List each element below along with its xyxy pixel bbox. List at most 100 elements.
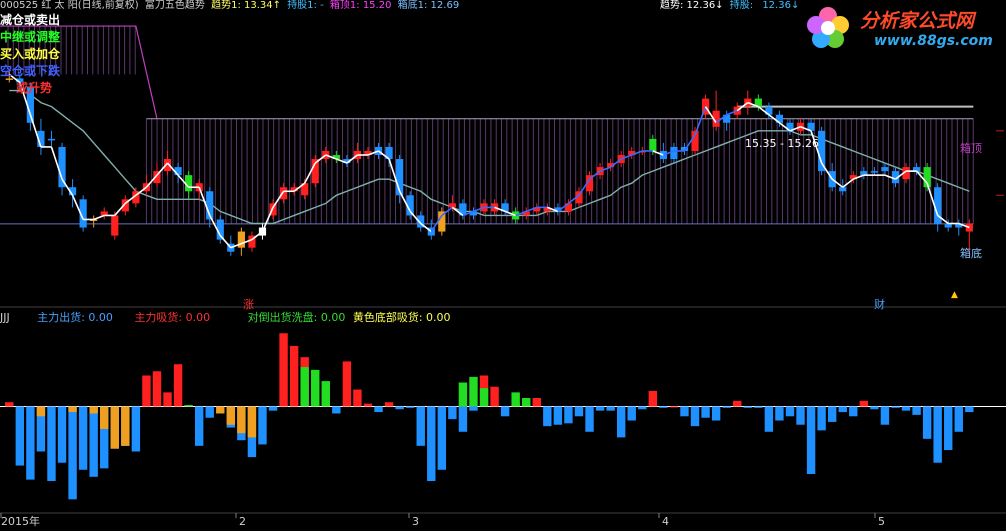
site-logo: 分析家公式网 www.88gs.com bbox=[804, 2, 1000, 54]
jjj-bar bbox=[289, 345, 299, 407]
jjj-bar bbox=[258, 406, 267, 445]
candle-body bbox=[649, 138, 657, 151]
jjj-bar bbox=[944, 406, 953, 451]
jjj-bar bbox=[490, 386, 499, 407]
jjj-green-bar bbox=[458, 382, 468, 407]
jjj-green-bar bbox=[522, 398, 531, 407]
jjj-bar bbox=[701, 406, 710, 418]
jjj-bar bbox=[838, 406, 847, 413]
jjj-gold-bar bbox=[36, 406, 46, 417]
sub-title: JJJ bbox=[0, 311, 10, 324]
jjj-bar bbox=[954, 406, 963, 432]
jjj-bar bbox=[268, 406, 278, 411]
x-label-0: 2015年 bbox=[1, 515, 40, 528]
jjj-bar bbox=[922, 406, 932, 439]
jjj-bar bbox=[796, 406, 805, 425]
jjj-bar bbox=[152, 371, 162, 407]
jjj-bar bbox=[859, 400, 869, 407]
jjj-bar bbox=[806, 406, 816, 474]
legend-item-buy: 买入或加仓 bbox=[0, 47, 61, 61]
trend-segment bbox=[261, 207, 274, 232]
jjj-bar bbox=[965, 406, 974, 413]
candle-body bbox=[881, 167, 889, 172]
jjj-bar bbox=[638, 406, 647, 410]
jjj-gold-bar bbox=[100, 406, 109, 429]
jjj-bar bbox=[26, 406, 35, 480]
trend-segment bbox=[219, 235, 232, 249]
jjj-gold-bar bbox=[237, 406, 246, 434]
jjj-green-bar bbox=[311, 369, 320, 407]
trend-segment bbox=[694, 106, 707, 136]
jjj-bar bbox=[733, 400, 742, 407]
jjj-bar bbox=[891, 406, 900, 408]
jjj-bar bbox=[184, 405, 193, 407]
jjj-bar bbox=[817, 406, 826, 431]
trend-segment bbox=[93, 214, 105, 221]
sub-item-1: 主力吸货: 0.00 bbox=[134, 311, 211, 324]
jjj-bar bbox=[785, 406, 795, 417]
jjj-bar bbox=[374, 406, 383, 413]
jjj-bar bbox=[574, 406, 584, 417]
jjj-bar bbox=[616, 406, 626, 438]
jjj-bar bbox=[901, 406, 911, 411]
header-segment-0: 000525 红 太 阳(日线,前复权) bbox=[0, 0, 139, 11]
header-segment-3: 持股1: - bbox=[287, 0, 324, 11]
legend: 减仓或卖出 中继或调整 买入或加仓 空仓或下跌 或升势 bbox=[0, 12, 60, 97]
jjj-bar bbox=[342, 361, 352, 407]
sub-item-3: 黄色底部吸货: 0.00 bbox=[352, 311, 451, 324]
jjj-bar bbox=[669, 406, 679, 408]
box-range-label: 15.35 - 15.26 bbox=[745, 137, 819, 150]
jjj-bar bbox=[870, 406, 879, 410]
x-label-1: 2 bbox=[239, 515, 246, 528]
legend-item-rise: 或升势 bbox=[16, 81, 53, 95]
jjj-bars bbox=[0, 333, 1006, 500]
x-label-3: 4 bbox=[662, 515, 669, 528]
header-right-trend: 趋势: 12.36↓ bbox=[660, 0, 724, 11]
x-label-4: 5 bbox=[878, 515, 885, 528]
jjj-green-bar bbox=[321, 381, 330, 407]
legend-item-sell: 减仓或卖出 bbox=[0, 13, 61, 27]
jjj-bar bbox=[279, 333, 288, 407]
jjj-bar bbox=[363, 403, 373, 407]
jjj-bar bbox=[194, 406, 204, 446]
jjj-bar bbox=[827, 406, 837, 422]
axes bbox=[0, 130, 1006, 518]
jjj-bar bbox=[933, 406, 942, 463]
jjj-bar bbox=[15, 406, 25, 466]
candle-body bbox=[58, 146, 66, 188]
sub-item-0: 主力出货: 0.00 bbox=[37, 311, 113, 324]
jjj-bar bbox=[500, 406, 510, 417]
sub-header: JJJ 主力出货: 0.00 主力吸货: 0.00 对倒出货洗盘: 0.00 黄… bbox=[0, 311, 451, 324]
jjj-green-bar bbox=[469, 376, 478, 407]
box-top-label: 箱顶 bbox=[960, 142, 982, 155]
header-right-hold: 持股: bbox=[729, 0, 754, 11]
jjj-green-bar bbox=[479, 388, 489, 407]
jjj-bar bbox=[722, 406, 731, 408]
legend-item-adjust: 中继或调整 bbox=[0, 30, 61, 44]
jjj-gold-bar bbox=[110, 406, 119, 449]
header-segment-1: 富刀五色趋势 bbox=[144, 0, 205, 11]
jjj-bar bbox=[205, 406, 214, 418]
chart-canvas bbox=[0, 25, 1006, 518]
jjj-bar bbox=[627, 406, 636, 421]
jjj-bar bbox=[131, 406, 141, 452]
jjj-bar bbox=[68, 406, 77, 500]
jjj-bar bbox=[912, 406, 921, 415]
header-right: 趋势: 12.36↓ 持股: 12.36↓ bbox=[660, 0, 799, 12]
jjj-bar bbox=[532, 398, 541, 407]
mark-zhang: 涨 bbox=[243, 298, 254, 311]
sub-item-2: 对倒出货洗盘: 0.00 bbox=[247, 311, 346, 324]
legend-item-empty: 空仓或下跌 bbox=[0, 64, 61, 78]
candle-body bbox=[839, 187, 847, 192]
logo-title: 分析家公式网 bbox=[860, 10, 975, 32]
jjj-bar bbox=[395, 406, 404, 410]
jjj-bar bbox=[764, 406, 774, 432]
jjj-bar bbox=[163, 392, 172, 407]
candle-body bbox=[111, 215, 119, 236]
jjj-gold-bar bbox=[121, 406, 130, 446]
jjj-bar bbox=[754, 406, 763, 408]
jjj-bar bbox=[595, 406, 605, 411]
jjj-bar bbox=[743, 406, 752, 408]
candle-body bbox=[448, 203, 456, 208]
header-segment-2: 趋势1: 13.34↑ bbox=[211, 0, 281, 11]
